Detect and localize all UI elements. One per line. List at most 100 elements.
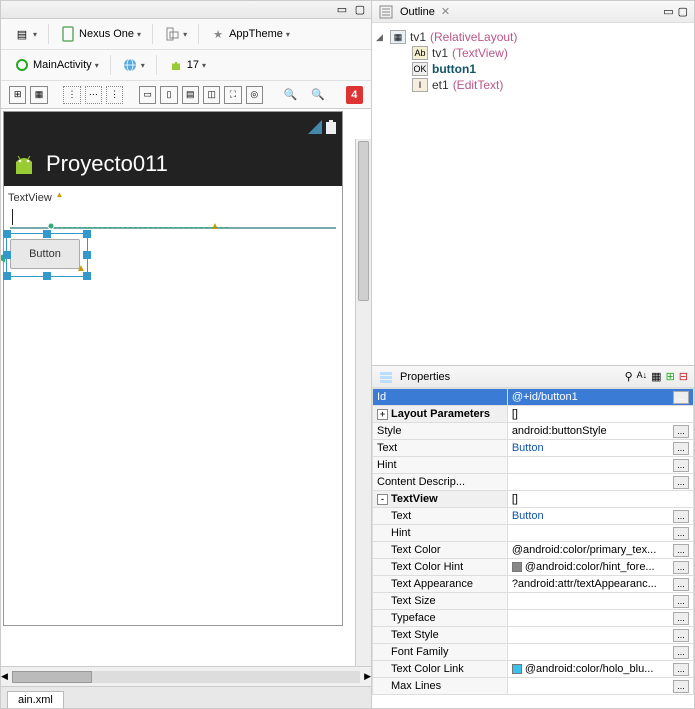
toggle-bounds-icon[interactable]: ⊞ (9, 86, 26, 104)
expander-icon[interactable]: - (377, 494, 388, 505)
ellipsis-button[interactable]: ... (673, 510, 689, 523)
sort-icon[interactable]: A↓ (637, 370, 648, 383)
textview-widget[interactable]: TextView ▲ (4, 186, 342, 207)
ellipsis-button[interactable]: ... (673, 476, 689, 489)
properties-view: Properties ⚲ A↓ ▦ ⊞ ⊟ Id@+id/button1...+… (372, 366, 695, 709)
zoom-in-button[interactable]: 🔍 (306, 85, 330, 104)
property-key: Text Color (391, 544, 441, 556)
resize-handle[interactable] (83, 230, 91, 238)
collapse-all-icon[interactable]: ⊟ (679, 370, 688, 383)
expand-all-icon[interactable]: ⊞ (666, 370, 675, 383)
distribute-h-icon[interactable]: ▭ (139, 86, 156, 104)
ellipsis-button[interactable]: ... (673, 425, 689, 438)
scrollbar-thumb[interactable] (358, 141, 369, 301)
edittext-widget[interactable] (10, 209, 336, 229)
resize-handle[interactable] (3, 272, 11, 280)
locale-selector[interactable]: ▾ (117, 54, 150, 76)
ellipsis-button[interactable]: ... (673, 527, 689, 540)
align-center-icon[interactable]: ⋯ (85, 86, 102, 104)
maximize-icon[interactable]: ▢ (678, 5, 688, 18)
scrollbar-vertical[interactable] (355, 139, 371, 666)
property-value: @android:color/hint_fore... (525, 561, 655, 573)
property-row[interactable]: Text Style... (373, 627, 694, 644)
property-row[interactable]: +Layout Parameters[] (373, 406, 694, 423)
property-row[interactable]: Text Color Link@android:color/holo_blu..… (373, 661, 694, 678)
property-row[interactable]: Id@+id/button1... (373, 389, 694, 406)
property-row[interactable]: Text Appearance?android:attr/textAppeara… (373, 576, 694, 593)
ellipsis-button[interactable]: ... (673, 612, 689, 625)
layout-icon[interactable]: ▤ (182, 86, 199, 104)
maximize-icon[interactable]: ▢ (353, 3, 367, 17)
expand-icon[interactable]: ⛶ (224, 86, 241, 104)
resize-handle[interactable] (43, 230, 51, 238)
distribute-v-icon[interactable]: ▯ (160, 86, 177, 104)
property-row[interactable]: TextButton... (373, 508, 694, 525)
pack-icon[interactable]: ◫ (203, 86, 220, 104)
zoom-out-button[interactable]: 🔍 (279, 85, 303, 104)
scroll-right-icon[interactable]: ▶ (364, 671, 371, 682)
activity-selector[interactable]: MainActivity ▾ (9, 54, 104, 76)
ellipsis-button[interactable]: ... (673, 442, 689, 455)
resize-handle[interactable] (43, 272, 51, 280)
property-key: Content Descrip... (377, 476, 465, 488)
ellipsis-button[interactable]: ... (673, 561, 689, 574)
align-left-icon[interactable]: ⋮ (63, 86, 80, 104)
expander-icon[interactable]: + (377, 409, 388, 420)
ellipsis-button[interactable]: ... (673, 629, 689, 642)
property-row[interactable]: Text Color Hint@android:color/hint_fore.… (373, 559, 694, 576)
property-row[interactable]: Text Color@android:color/primary_tex....… (373, 542, 694, 559)
property-row[interactable]: TextButton... (373, 440, 694, 457)
ellipsis-button[interactable]: ... (673, 663, 689, 676)
toggle-margins-icon[interactable]: ▦ (30, 86, 47, 104)
tree-item-button[interactable]: OK button1 (376, 61, 690, 77)
resize-handle[interactable] (3, 230, 11, 238)
property-row[interactable]: Content Descrip...... (373, 474, 694, 491)
property-row[interactable]: Text Size... (373, 593, 694, 610)
collapse-icon[interactable]: ◢ (376, 32, 386, 43)
ellipsis-button[interactable]: ... (673, 646, 689, 659)
property-row[interactable]: Typeface... (373, 610, 694, 627)
align-right-icon[interactable]: ⋮ (106, 86, 123, 104)
device-selector[interactable]: Nexus One ▾ (55, 23, 146, 45)
property-row[interactable]: Hint... (373, 457, 694, 474)
minimize-icon[interactable]: ▭ (335, 3, 349, 17)
property-row[interactable]: -TextView[] (373, 491, 694, 508)
signal-icon (308, 120, 322, 134)
ellipsis-button[interactable]: ... (673, 578, 689, 591)
center-icon[interactable]: ◎ (246, 86, 263, 104)
orientation-menu[interactable]: ▾ (159, 23, 192, 45)
advanced-icon[interactable]: ▦ (651, 370, 661, 383)
right-column: Outline ✕ ▭ ▢ ◢ ▦ tv1 (RelativeLayout) A… (372, 0, 695, 709)
property-row[interactable]: Max Lines... (373, 678, 694, 695)
property-key: Hint (391, 527, 411, 539)
tree-item-textview[interactable]: Ab tv1 (TextView) (376, 45, 690, 61)
ellipsis-button[interactable]: ... (673, 459, 689, 472)
ellipsis-button[interactable]: ... (673, 595, 689, 608)
theme-selector[interactable]: ★ AppTheme ▾ (205, 23, 295, 45)
property-row[interactable]: Font Family... (373, 644, 694, 661)
api-level: 17 (187, 59, 199, 71)
ellipsis-button[interactable]: ... (673, 544, 689, 557)
api-selector[interactable]: 17 ▾ (163, 54, 211, 76)
scroll-left-icon[interactable]: ◀ (1, 671, 8, 682)
property-key: TextView (391, 493, 438, 505)
ellipsis-button[interactable]: ... (673, 680, 689, 693)
error-badge[interactable]: 4 (346, 86, 363, 104)
resize-handle[interactable] (3, 251, 11, 259)
minimize-icon[interactable]: ▭ (663, 5, 673, 18)
property-row[interactable]: Styleandroid:buttonStyle... (373, 423, 694, 440)
tree-item-edittext[interactable]: I et1 (EditText) (376, 77, 690, 93)
filter-icon[interactable]: ⚲ (625, 370, 633, 383)
button-widget-selected[interactable]: ◀ Button ▲ (10, 239, 84, 271)
tree-root[interactable]: ◢ ▦ tv1 (RelativeLayout) (376, 29, 690, 45)
zoom-scrollbar[interactable]: ◀ ▶ (1, 666, 371, 686)
resize-handle[interactable] (83, 251, 91, 259)
property-value: android:buttonStyle (512, 425, 607, 437)
editor-tabs: ain.xml (1, 686, 371, 708)
app-bar: Proyecto011 (4, 142, 342, 186)
ellipsis-button[interactable]: ... (673, 391, 689, 404)
config-menu[interactable]: ▤ ▾ (9, 23, 42, 45)
property-row[interactable]: Hint... (373, 525, 694, 542)
tab-xml[interactable]: ain.xml (7, 691, 64, 708)
close-icon[interactable]: ✕ (441, 5, 450, 18)
